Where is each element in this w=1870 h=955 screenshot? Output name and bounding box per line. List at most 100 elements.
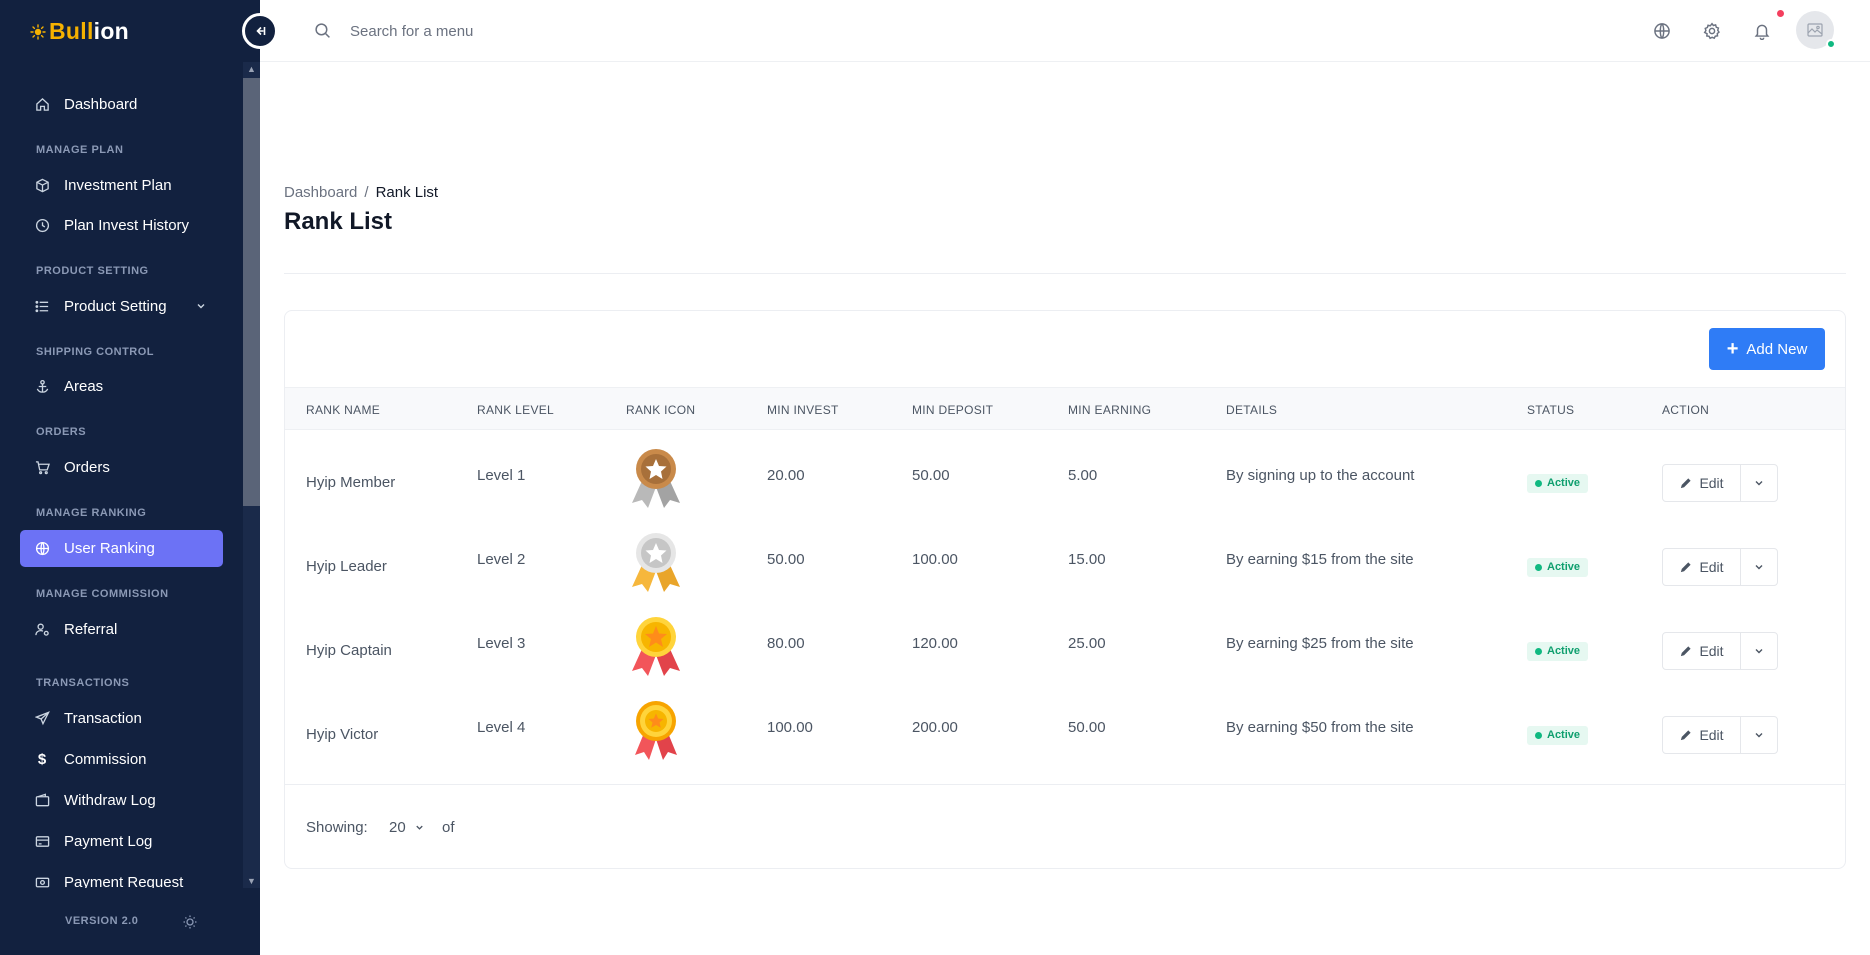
rank-level: Level 1 xyxy=(477,467,526,484)
anchor-icon xyxy=(34,379,50,395)
edit-button[interactable]: Edit xyxy=(1663,549,1741,585)
header-min-earning[interactable]: MIN EARNING xyxy=(1068,403,1151,417)
header-rank-level[interactable]: RANK LEVEL xyxy=(477,403,554,417)
sidebar-item-plan-invest-history[interactable]: Plan Invest History xyxy=(20,207,223,244)
edit-button[interactable]: Edit xyxy=(1663,465,1741,501)
action-dropdown-toggle[interactable] xyxy=(1741,633,1777,669)
section-manage-ranking: MANAGE RANKING xyxy=(36,507,147,519)
pencil-icon xyxy=(1681,645,1692,656)
sidebar-item-label: Product Setting xyxy=(64,298,167,315)
sidebar-item-product-setting[interactable]: Product Setting xyxy=(20,288,223,325)
edit-button[interactable]: Edit xyxy=(1663,633,1741,669)
gold-medal-icon xyxy=(632,617,680,676)
silver-medal-icon xyxy=(632,533,680,592)
add-new-button[interactable]: + Add New xyxy=(1709,328,1825,370)
table-row: Hyip Member Level 1 20.00 50.00 5.00 By … xyxy=(285,431,1845,515)
sidebar-scrollbar[interactable]: ▲ ▼ xyxy=(243,62,260,888)
section-transactions: TRANSACTIONS xyxy=(36,677,130,689)
sidebar-item-withdraw-log[interactable]: Withdraw Log xyxy=(20,782,223,819)
action-dropdown-toggle[interactable] xyxy=(1741,717,1777,753)
cart-icon xyxy=(34,460,50,476)
table-row: Hyip Victor Level 4 100.00 200.00 50.00 … xyxy=(285,683,1845,767)
sidebar-item-referral[interactable]: Referral xyxy=(20,611,223,648)
section-manage-commission: MANAGE COMMISSION xyxy=(36,588,169,600)
wallet-icon xyxy=(34,793,50,809)
sidebar-item-payment-log[interactable]: Payment Log xyxy=(20,823,223,860)
min-deposit: 200.00 xyxy=(912,719,958,736)
gear-icon[interactable] xyxy=(1703,22,1721,40)
action-button-group: Edit xyxy=(1662,464,1778,502)
per-page-select[interactable]: 20 xyxy=(389,819,425,836)
brand-name-part1: Bull xyxy=(49,18,94,44)
scroll-up-arrow-icon[interactable]: ▲ xyxy=(243,62,260,76)
min-invest: 100.00 xyxy=(767,719,813,736)
brand-name-part2: ion xyxy=(93,18,130,44)
action-dropdown-toggle[interactable] xyxy=(1741,549,1777,585)
breadcrumb-home-link[interactable]: Dashboard xyxy=(284,184,357,201)
min-deposit: 120.00 xyxy=(912,635,958,652)
showing-label: Showing: xyxy=(306,819,368,836)
sidebar-item-orders[interactable]: Orders xyxy=(20,449,223,486)
header-status[interactable]: STATUS xyxy=(1527,403,1574,417)
edit-button[interactable]: Edit xyxy=(1663,717,1741,753)
header-rank-icon[interactable]: RANK ICON xyxy=(626,403,695,417)
header-min-invest[interactable]: MIN INVEST xyxy=(767,403,839,417)
sidebar-item-payment-request[interactable]: Payment Request xyxy=(20,864,223,888)
globe-language-icon[interactable] xyxy=(1653,22,1671,40)
rank-level: Level 4 xyxy=(477,719,526,736)
chevron-down-icon xyxy=(1755,733,1763,738)
sun-theme-toggle-icon[interactable] xyxy=(182,914,198,930)
sidebar-item-investment-plan[interactable]: Investment Plan xyxy=(20,167,223,204)
rank-details: By signing up to the account xyxy=(1226,467,1415,484)
brand-logo[interactable]: Bull ion xyxy=(30,18,129,45)
rank-details: By earning $50 from the site xyxy=(1226,719,1414,736)
rank-list-card: + Add New RANK NAME RANK LEVEL RANK ICON … xyxy=(284,310,1846,869)
min-invest: 50.00 xyxy=(767,551,805,568)
status-badge: Active xyxy=(1527,642,1589,661)
min-earning: 50.00 xyxy=(1068,719,1106,736)
sidebar-item-commission[interactable]: $ Commission xyxy=(20,741,223,778)
table-row: Hyip Captain Level 3 80.00 120.00 25.00 … xyxy=(285,599,1845,683)
header-min-deposit[interactable]: MIN DEPOSIT xyxy=(912,403,993,417)
bell-icon[interactable] xyxy=(1753,22,1771,40)
header-rank-name[interactable]: RANK NAME xyxy=(306,403,380,417)
online-status-dot xyxy=(1826,39,1836,49)
user-gear-icon xyxy=(34,622,50,638)
box-icon xyxy=(34,178,50,194)
sidebar-item-dashboard[interactable]: Dashboard xyxy=(20,86,223,123)
rank-details: By earning $15 from the site xyxy=(1226,551,1414,568)
sidebar-collapse-button[interactable] xyxy=(242,13,278,49)
sidebar-item-label: Referral xyxy=(64,621,118,638)
search-input[interactable] xyxy=(350,18,750,44)
rank-details: By earning $25 from the site xyxy=(1226,635,1414,652)
edit-label: Edit xyxy=(1699,559,1724,575)
sidebar-item-label: Withdraw Log xyxy=(64,792,156,809)
scrollbar-thumb[interactable] xyxy=(243,78,260,506)
rank-level: Level 2 xyxy=(477,551,526,568)
section-orders: ORDERS xyxy=(36,426,87,438)
sidebar-item-label: Dashboard xyxy=(64,96,138,113)
chevron-down-icon xyxy=(1755,649,1763,654)
per-page-value: 20 xyxy=(389,819,406,836)
min-earning: 15.00 xyxy=(1068,551,1106,568)
header-details[interactable]: DETAILS xyxy=(1226,403,1277,417)
rank-name: Hyip Member xyxy=(306,474,396,491)
status-badge: Active xyxy=(1527,474,1589,493)
sidebar-item-transaction[interactable]: Transaction xyxy=(20,700,223,737)
sidebar-item-label: Investment Plan xyxy=(64,177,172,194)
avatar[interactable] xyxy=(1796,11,1836,49)
topbar xyxy=(260,0,1870,62)
sidebar-item-label: Areas xyxy=(64,378,104,395)
sidebar-item-areas[interactable]: Areas xyxy=(20,368,223,405)
action-dropdown-toggle[interactable] xyxy=(1741,465,1777,501)
rank-name: Hyip Leader xyxy=(306,558,387,575)
sidebar-item-user-ranking[interactable]: User Ranking xyxy=(20,530,223,567)
status-badge: Active xyxy=(1527,726,1589,745)
card-icon xyxy=(34,834,50,850)
sidebar-nav: Dashboard MANAGE PLAN Investment Plan Pl… xyxy=(0,62,243,888)
scroll-down-arrow-icon[interactable]: ▼ xyxy=(243,874,260,888)
collapse-arrow-icon xyxy=(256,26,266,36)
sidebar-item-label: Payment Request xyxy=(64,874,184,888)
action-button-group: Edit xyxy=(1662,632,1778,670)
section-shipping-control: SHIPPING CONTROL xyxy=(36,346,155,358)
